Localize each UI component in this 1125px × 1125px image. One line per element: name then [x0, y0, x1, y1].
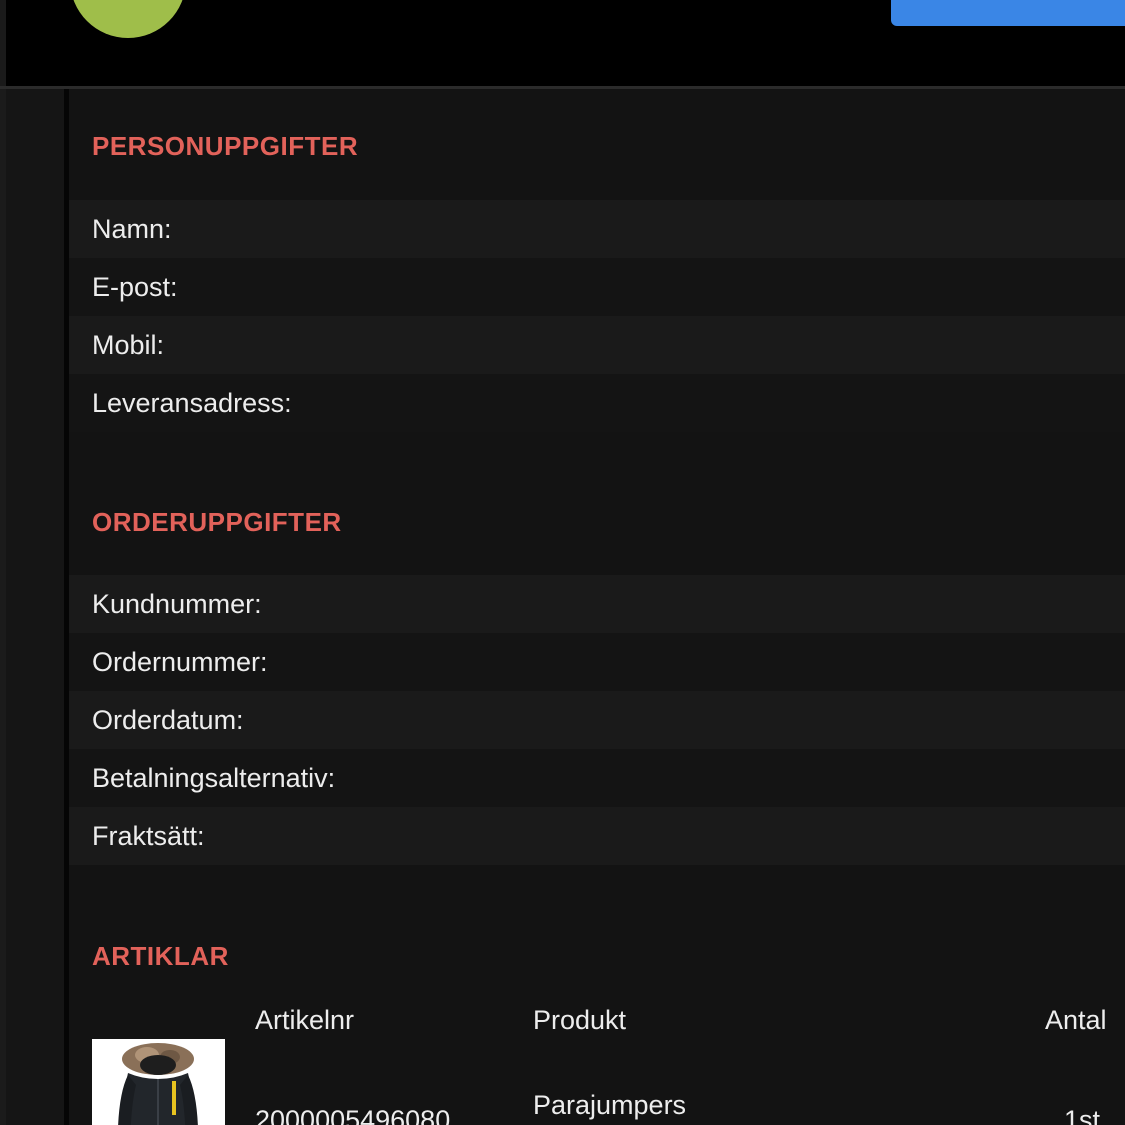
field-row-order-date: Orderdatum: — [69, 691, 1125, 749]
jacket-icon — [92, 1039, 225, 1125]
jacket-image[interactable] — [92, 1039, 225, 1125]
order-section-title: ORDERUPPGIFTER — [92, 507, 342, 537]
order-confirmation-view: PERSONUPPGIFTER Namn: E-post: Mobil: Lev… — [0, 0, 1125, 1125]
field-label-order-number: Ordernummer: — [92, 647, 268, 677]
article-number: 2000005496080 — [255, 1105, 451, 1125]
field-row-delivery-address: Leveransadress: — [69, 374, 1125, 432]
field-row-name: Namn: — [69, 200, 1125, 258]
field-row-mobile: Mobil: — [69, 316, 1125, 374]
field-label-customer-number: Kundnummer: — [92, 589, 262, 619]
personal-section-title: PERSONUPPGIFTER — [92, 131, 359, 161]
field-row-order-number: Ordernummer: — [69, 633, 1125, 691]
field-label-shipping-method: Fraktsätt: — [92, 821, 205, 851]
articles-section-title: ARTIKLAR — [92, 941, 229, 971]
field-label-mobile: Mobil: — [92, 330, 165, 360]
field-row-payment-method: Betalningsalternativ: — [69, 749, 1125, 807]
column-header-article-number: Artikelnr — [255, 1005, 355, 1035]
details-panel: PERSONUPPGIFTER Namn: E-post: Mobil: Lev… — [69, 89, 1125, 1125]
field-row-customer-number: Kundnummer: — [69, 575, 1125, 633]
avatar[interactable] — [70, 0, 186, 38]
product-quantity: 1st — [1064, 1105, 1101, 1125]
field-row-email: E-post: — [69, 258, 1125, 316]
top-action-button[interactable] — [891, 0, 1125, 26]
field-label-delivery-address: Leveransadress: — [92, 388, 292, 418]
left-rail — [6, 89, 64, 1125]
column-header-quantity: Antal — [1045, 1005, 1107, 1035]
field-label-email: E-post: — [92, 272, 178, 302]
field-label-order-date: Orderdatum: — [92, 705, 244, 735]
field-label-name: Namn: — [92, 214, 172, 244]
field-row-shipping-method: Fraktsätt: — [69, 807, 1125, 865]
column-header-product: Produkt — [533, 1005, 627, 1035]
top-bar — [0, 0, 1125, 86]
field-label-payment-method: Betalningsalternativ: — [92, 763, 336, 793]
product-name: Parajumpers — [533, 1090, 687, 1120]
